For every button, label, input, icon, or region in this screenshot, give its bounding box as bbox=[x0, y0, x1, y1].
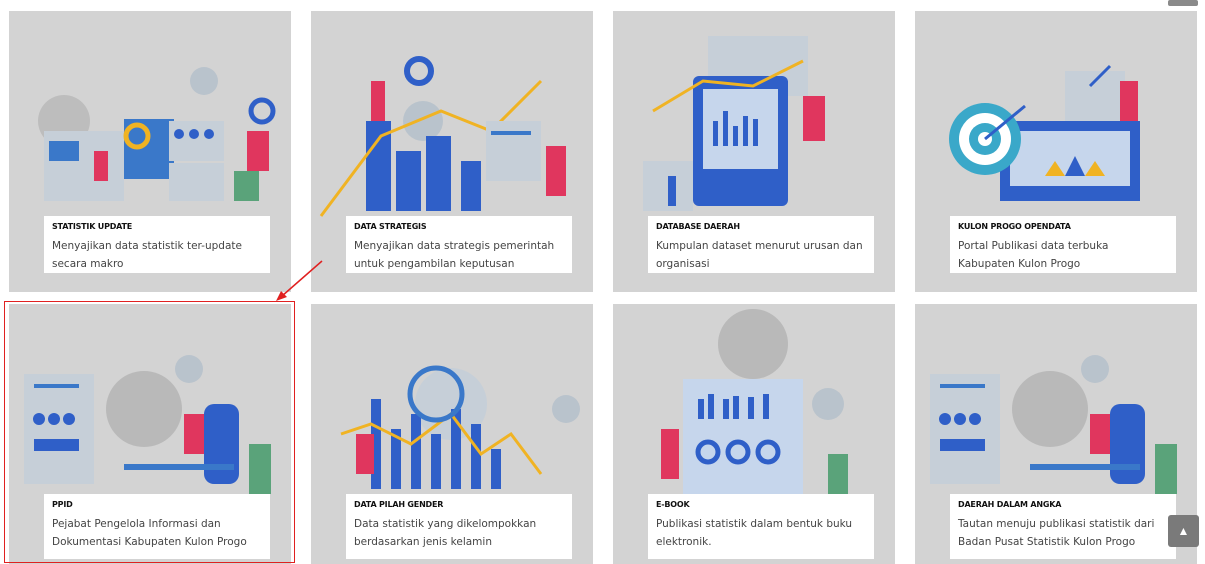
card-title: DATABASE DAERAH bbox=[656, 222, 740, 231]
card-description: Pejabat Pengelola Informasi dan Dokument… bbox=[52, 518, 247, 548]
chevron-up-icon: ▲ bbox=[1177, 524, 1190, 538]
card-description: Menyajikan data statistik ter-update sec… bbox=[52, 240, 242, 270]
card-database-daerah[interactable]: DATABASE DAERAH Kumpulan dataset menurut… bbox=[613, 11, 895, 292]
card-title: DATA STRATEGIS bbox=[354, 222, 427, 231]
card-statistik-update[interactable]: STATISTIK UPDATE Menyajikan data statist… bbox=[9, 11, 291, 292]
card-kulon-progo-opendata[interactable]: KULON PROGO OPENDATA Portal Publikasi da… bbox=[915, 11, 1197, 292]
card-caption: DATABASE DAERAH Kumpulan dataset menurut… bbox=[648, 216, 874, 273]
card-caption: KULON PROGO OPENDATA Portal Publikasi da… bbox=[950, 216, 1176, 273]
card-caption: PPID Pejabat Pengelola Informasi dan Dok… bbox=[44, 494, 270, 559]
card-daerah-dalam-angka[interactable]: DAERAH DALAM ANGKA Tautan menuju publika… bbox=[915, 304, 1197, 564]
card-caption: DATA PILAH GENDER Data statistik yang di… bbox=[346, 494, 572, 559]
card-title: STATISTIK UPDATE bbox=[52, 222, 133, 231]
card-ppid[interactable]: PPID Pejabat Pengelola Informasi dan Dok… bbox=[9, 304, 291, 564]
card-caption: E-BOOK Publikasi statistik dalam bentuk … bbox=[648, 494, 874, 559]
card-data-pilah-gender[interactable]: DATA PILAH GENDER Data statistik yang di… bbox=[311, 304, 593, 564]
card-e-book[interactable]: E-BOOK Publikasi statistik dalam bentuk … bbox=[613, 304, 895, 564]
card-description: Kumpulan dataset menurut urusan dan orga… bbox=[656, 240, 863, 270]
card-title: PPID bbox=[52, 500, 73, 509]
card-description: Portal Publikasi data terbuka Kabupaten … bbox=[958, 240, 1109, 270]
card-description: Menyajikan data strategis pemerintah unt… bbox=[354, 240, 555, 270]
top-corner-button[interactable] bbox=[1168, 0, 1198, 6]
card-title: DAERAH DALAM ANGKA bbox=[958, 500, 1062, 509]
card-title: E-BOOK bbox=[656, 500, 690, 509]
card-caption: DAERAH DALAM ANGKA Tautan menuju publika… bbox=[950, 494, 1176, 559]
card-description: Data statistik yang dikelompokkan berdas… bbox=[354, 518, 537, 548]
card-title: DATA PILAH GENDER bbox=[354, 500, 444, 509]
card-caption: DATA STRATEGIS Menyajikan data strategis… bbox=[346, 216, 572, 273]
card-description: Publikasi statistik dalam bentuk buku el… bbox=[656, 518, 853, 548]
card-title: KULON PROGO OPENDATA bbox=[958, 222, 1071, 231]
card-caption: STATISTIK UPDATE Menyajikan data statist… bbox=[44, 216, 270, 273]
card-description: Tautan menuju publikasi statistik dari B… bbox=[958, 518, 1155, 548]
card-data-strategis[interactable]: DATA STRATEGIS Menyajikan data strategis… bbox=[311, 11, 593, 292]
scroll-to-top-button[interactable]: ▲ bbox=[1168, 515, 1199, 547]
